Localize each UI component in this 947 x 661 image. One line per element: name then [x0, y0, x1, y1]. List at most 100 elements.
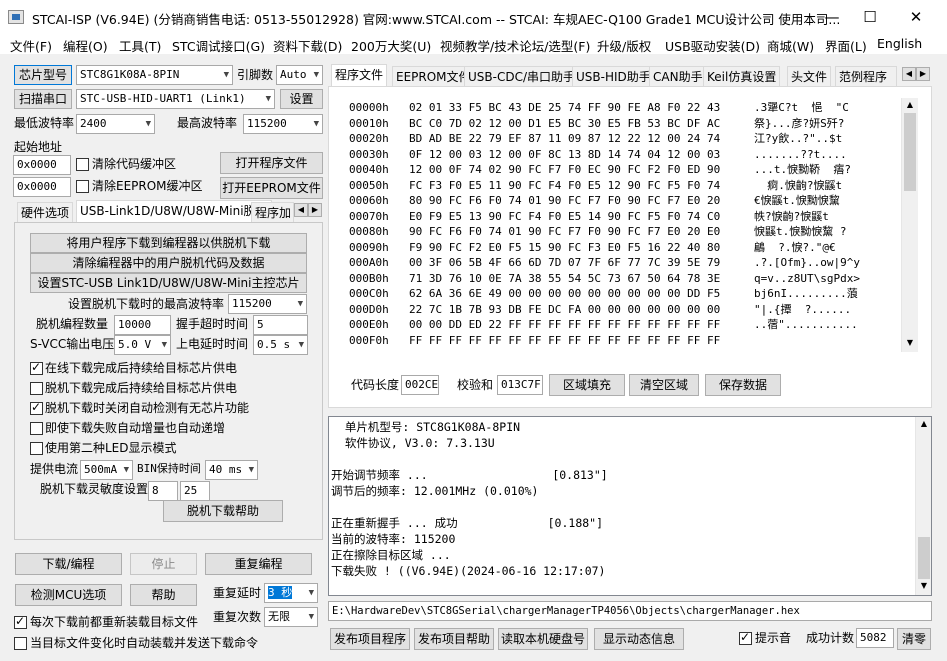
eeprom-address-input[interactable]: 0x0000 [13, 177, 71, 197]
close-button[interactable]: ✕ [893, 0, 939, 34]
hex-row-bytes[interactable]: 02 01 33 F5 BC 43 DE 25 74 FF 90 FE A8 F… [409, 100, 754, 116]
clear-area-button[interactable]: 清空区域 [629, 374, 699, 396]
hex-row-bytes[interactable]: 00 3F 06 5B 4F 66 6D 7D 07 7F 6F 77 7C 3… [409, 255, 754, 271]
tab-eeprom-file[interactable]: EEPROM文件 [392, 66, 475, 87]
hex-row-bytes[interactable]: 0F 12 00 03 12 00 0F 8C 13 8D 14 74 04 1… [409, 147, 754, 163]
power-delay-select[interactable]: 0.5 s ▼ [253, 335, 308, 355]
led-mode-checkbox[interactable] [30, 442, 43, 455]
help-button[interactable]: 帮助 [130, 584, 197, 606]
tab-scroll-left-icon[interactable]: ◀ [294, 203, 308, 217]
sound-checkbox[interactable] [739, 630, 752, 645]
hex-row-bytes[interactable]: 71 3D 76 10 0E 7A 38 55 54 5C 73 67 50 6… [409, 271, 754, 287]
svcc-voltage-select[interactable]: 5.0 V ▼ [114, 335, 171, 355]
online-power-checkbox[interactable] [30, 360, 43, 375]
menu-debug[interactable]: STC调试接口(G) [172, 36, 265, 55]
tab-scroll-left-icon[interactable]: ◀ [902, 67, 916, 81]
open-program-file-button[interactable]: 打开程序文件 [220, 152, 323, 174]
log-output[interactable]: 单片机型号: STC8G1K08A-8PIN 软件协议, V3.0: 7.3.1… [328, 416, 932, 596]
handshake-timeout-input[interactable]: 5 [253, 315, 308, 335]
file-path-field[interactable]: E:\HardwareDev\STC8GSerial\chargerManage… [328, 601, 932, 621]
publish-help-button[interactable]: 发布项目帮助 [414, 628, 494, 650]
auto-send-checkbox[interactable] [14, 637, 27, 650]
scroll-down-icon[interactable]: ▼ [916, 579, 932, 593]
tab-scroll-right-icon[interactable]: ▶ [308, 203, 322, 217]
hex-row-bytes[interactable]: E0 F9 E5 13 90 FC F4 F0 E5 14 90 FC F5 F… [409, 209, 754, 225]
repeat-program-button[interactable]: 重复编程 [205, 553, 312, 575]
hex-row-bytes[interactable]: FF FF FF FF FF FF FF FF FF FF FF FF FF F… [409, 333, 754, 349]
tab-offline-download[interactable]: USB-Link1D/U8W/U8W-Mini脱机 [76, 200, 272, 223]
menu-program[interactable]: 编程(O) [63, 36, 108, 55]
menu-ui[interactable]: 界面(L) [825, 36, 867, 55]
tab-keil-sim[interactable]: Keil仿真设置 [703, 66, 781, 87]
menu-usb-driver[interactable]: USB驱动安装(D) [665, 36, 760, 55]
hex-row-bytes[interactable]: BD AD BE 22 79 EF 87 11 09 87 12 22 12 0… [409, 131, 754, 147]
scroll-down-icon[interactable]: ▼ [902, 336, 918, 350]
offline-count-input[interactable]: 10000 [114, 315, 171, 335]
clear-code-checkbox[interactable] [76, 158, 89, 171]
sensitivity-b-input[interactable]: 25 [180, 481, 210, 501]
detect-mcu-button[interactable]: 检测MCU选项 [15, 584, 122, 606]
menu-file[interactable]: 文件(F) [10, 36, 52, 55]
tab-usb-hid[interactable]: USB-HID助手 [572, 66, 655, 87]
hex-row-bytes[interactable]: BC C0 7D 02 12 00 D1 E5 BC 30 E5 FB 53 B… [409, 116, 754, 132]
supply-current-select[interactable]: 500mA ▼ [80, 460, 133, 480]
fill-area-button[interactable]: 区域填充 [549, 374, 625, 396]
scan-port-button[interactable]: 扫描串口 [14, 89, 72, 109]
offline-max-baud-select[interactable]: 115200 ▼ [228, 294, 307, 314]
scroll-up-icon[interactable]: ▲ [916, 417, 932, 431]
code-address-input[interactable]: 0x0000 [13, 155, 71, 175]
min-baud-select[interactable]: 2400 ▼ [76, 114, 155, 134]
setup-master-chip-button[interactable]: 设置STC-USB Link1D/U8W/U8W-Mini主控芯片 [30, 273, 307, 293]
hex-editor[interactable]: 00000h 02 01 33 F5 BC 43 DE 25 74 FF 90 F… [341, 94, 921, 354]
reload-file-checkbox[interactable] [14, 614, 27, 629]
hex-row-bytes[interactable]: FC F3 F0 E5 11 90 FC F4 F0 E5 12 90 FC F… [409, 178, 754, 194]
maximize-button[interactable]: ☐ [847, 0, 893, 34]
log-scrollbar[interactable]: ▲ ▼ [915, 417, 931, 595]
download-program-button[interactable]: 下载/编程 [15, 553, 122, 575]
menu-download[interactable]: 资料下载(D) [273, 36, 342, 55]
read-disk-id-button[interactable]: 读取本机硬盘号 [498, 628, 588, 650]
stop-button[interactable]: 停止 [130, 553, 197, 575]
hex-row-bytes[interactable]: 62 6A 36 6E 49 00 00 00 00 00 00 00 00 0… [409, 286, 754, 302]
tab-examples[interactable]: 范例程序 [835, 66, 897, 87]
auto-increment-checkbox[interactable] [30, 422, 43, 435]
tab-hardware-options[interactable]: 硬件选项 [17, 202, 74, 223]
chip-type-button[interactable]: 芯片型号 [14, 65, 72, 85]
menu-shop[interactable]: 商城(W) [767, 36, 814, 55]
hex-scrollbar-thumb[interactable] [904, 113, 916, 191]
tab-program-encrypt[interactable]: 程序加 [251, 202, 294, 223]
sensitivity-a-input[interactable]: 8 [148, 481, 178, 501]
hex-row-bytes[interactable]: 12 00 0F 74 02 90 FC F7 F0 EC 90 FC F2 F… [409, 162, 754, 178]
bin-hold-select[interactable]: 40 ms ▼ [205, 460, 258, 480]
tab-scroll-right-icon[interactable]: ▶ [916, 67, 930, 81]
save-data-button[interactable]: 保存数据 [705, 374, 781, 396]
scroll-up-icon[interactable]: ▲ [902, 98, 918, 112]
menu-video[interactable]: 视频教学/技术论坛/选型(F) [440, 36, 590, 55]
port-settings-button[interactable]: 设置 [280, 89, 323, 109]
hex-row-bytes[interactable]: 90 FC F6 F0 74 01 90 FC F7 F0 90 FC F7 E… [409, 224, 754, 240]
publish-project-button[interactable]: 发布项目程序 [330, 628, 410, 650]
hex-row-bytes[interactable]: 00 00 DD ED 22 FF FF FF FF FF FF FF FF F… [409, 317, 754, 333]
max-baud-select[interactable]: 115200 ▼ [243, 114, 323, 134]
tab-header-file[interactable]: 头文件 [787, 66, 832, 87]
menu-prize[interactable]: 200万大奖(U) [351, 36, 431, 55]
clear-programmer-button[interactable]: 清除编程器中的用户脱机代码及数据 [30, 253, 307, 273]
disable-detect-checkbox[interactable] [30, 400, 43, 415]
pin-count-select[interactable]: Auto ▼ [276, 65, 323, 85]
show-dynamic-info-button[interactable]: 显示动态信息 [594, 628, 684, 650]
chip-select[interactable]: STC8G1K08A-8PIN ▼ [76, 65, 233, 85]
tab-can[interactable]: CAN助手 [649, 66, 707, 87]
menu-english[interactable]: English [877, 36, 922, 51]
download-to-programmer-button[interactable]: 将用户程序下载到编程器以供脱机下载 [30, 233, 307, 253]
offline-power-checkbox[interactable] [30, 382, 43, 395]
menu-upgrade[interactable]: 升级/版权 [597, 36, 651, 55]
log-scrollbar-thumb[interactable] [918, 537, 930, 579]
open-eeprom-file-button[interactable]: 打开EEPROM文件 [220, 177, 323, 199]
repeat-delay-select[interactable]: 3 秒 ▼ [264, 583, 318, 603]
clear-eeprom-checkbox[interactable] [76, 180, 89, 193]
offline-help-button[interactable]: 脱机下载帮助 [163, 500, 283, 522]
tab-usb-cdc[interactable]: USB-CDC/串口助手 [464, 66, 580, 87]
hex-row-bytes[interactable]: 22 7C 1B 7B 93 DB FE DC FA 00 00 00 00 0… [409, 302, 754, 318]
port-select[interactable]: STC-USB-HID-UART1 (Link1) ▼ [76, 89, 275, 109]
menu-tools[interactable]: 工具(T) [119, 36, 161, 55]
